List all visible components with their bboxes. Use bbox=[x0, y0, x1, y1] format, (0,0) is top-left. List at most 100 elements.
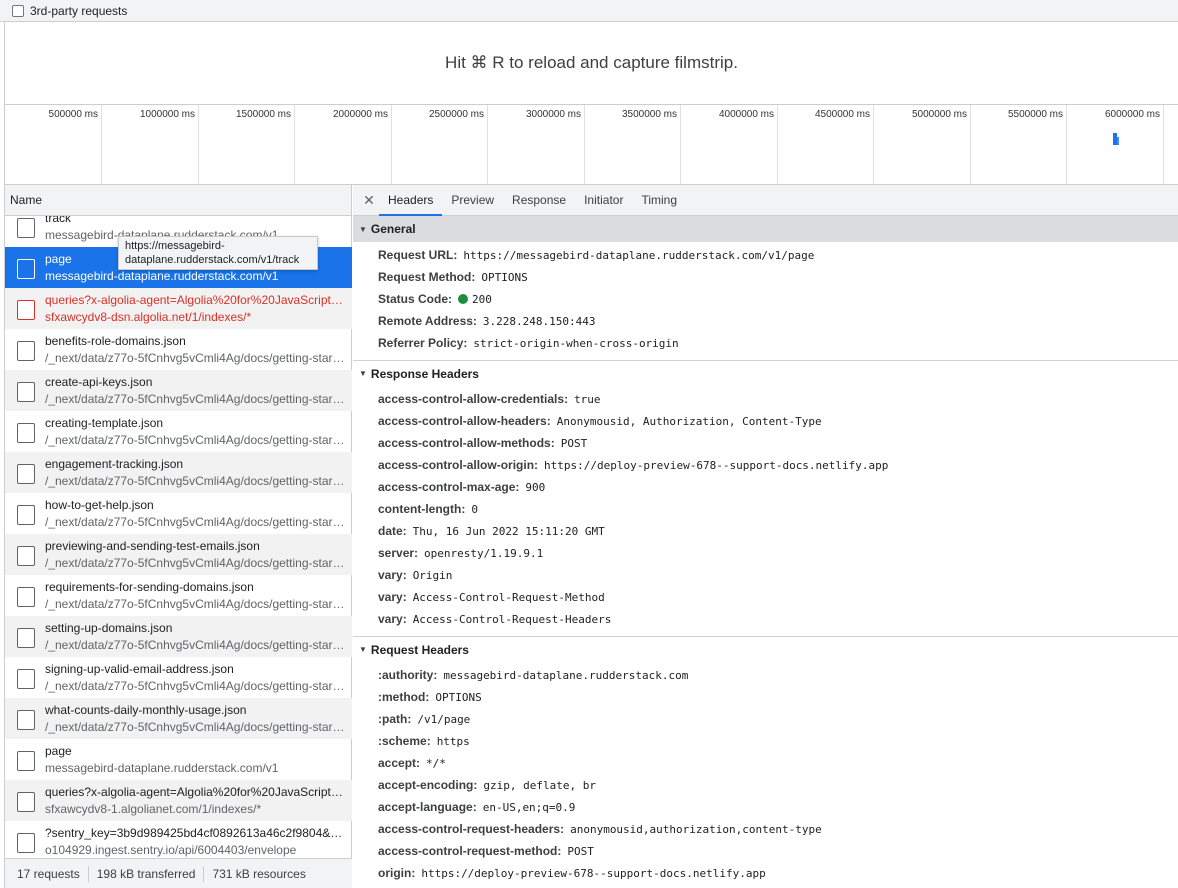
header-row: access-control-allow-methods: POST bbox=[353, 432, 1178, 454]
header-value: anonymousid,authorization,content-type bbox=[570, 822, 822, 836]
header-key: Remote Address: bbox=[378, 314, 477, 328]
request-name: engagement-tracking.json bbox=[45, 457, 184, 471]
tick-label: 2000000 ms bbox=[332, 109, 388, 120]
header-row: :path: /v1/page bbox=[353, 708, 1178, 730]
file-icon bbox=[17, 382, 35, 402]
request-row[interactable]: what-counts-daily-monthly-usage.json /_ne… bbox=[5, 698, 352, 739]
header-row: Request URL: https://messagebird-dataplan… bbox=[353, 244, 1178, 266]
resources-size: 731 kB resources bbox=[212, 866, 306, 881]
request-path: o104929.ingest.sentry.io/api/6004403/env… bbox=[45, 843, 297, 857]
request-row[interactable]: page messagebird-dataplane.rudderstack.co… bbox=[5, 739, 352, 780]
file-icon bbox=[17, 423, 35, 443]
tick-label: 1000000 ms bbox=[139, 109, 195, 120]
request-row[interactable]: previewing-and-sending-test-emails.json /… bbox=[5, 534, 352, 575]
header-row: vary: Access-Control-Request-Method bbox=[353, 586, 1178, 608]
request-headers-section-header[interactable]: ▼ Request Headers bbox=[353, 636, 1178, 662]
request-row[interactable]: benefits-role-domains.json /_next/data/z7… bbox=[5, 329, 352, 370]
request-path: /_next/data/z77o-5fCnhvg5vCmli4Ag/docs/g… bbox=[45, 433, 346, 447]
request-path: /_next/data/z77o-5fCnhvg5vCmli4Ag/docs/g… bbox=[45, 556, 346, 570]
request-row[interactable]: create-api-keys.json /_next/data/z77o-5fC… bbox=[5, 370, 352, 411]
file-icon bbox=[17, 546, 35, 566]
request-path: messagebird-dataplane.rudderstack.com/v1 bbox=[45, 761, 279, 775]
tick-label: 4000000 ms bbox=[718, 109, 774, 120]
header-value: https://messagebird-dataplane.rudderstac… bbox=[463, 248, 815, 262]
timeline-overview[interactable]: 500000 ms 1000000 ms 1500000 ms 2000000 … bbox=[4, 104, 1178, 185]
overview-tick: 1000000 ms bbox=[102, 105, 199, 184]
header-key: accept-encoding: bbox=[378, 778, 478, 792]
header-key: access-control-allow-origin: bbox=[378, 458, 539, 472]
request-row[interactable]: creating-template.json /_next/data/z77o-5… bbox=[5, 411, 352, 452]
name-column-header[interactable]: Name bbox=[5, 185, 351, 216]
header-row: origin: https://deploy-preview-678--suppo… bbox=[353, 862, 1178, 884]
tick-label: 3500000 ms bbox=[621, 109, 677, 120]
filmstrip-area: Hit ⌘ R to reload and capture filmstrip. bbox=[4, 22, 1178, 104]
request-list[interactable]: track messagebird-dataplane.rudderstack.c… bbox=[5, 216, 352, 858]
header-row: Status Code: 200 bbox=[353, 288, 1178, 310]
tab-initiator[interactable]: Initiator bbox=[575, 185, 632, 215]
header-row: server: openresty/1.19.9.1 bbox=[353, 542, 1178, 564]
header-value: OPTIONS bbox=[481, 270, 528, 284]
file-icon bbox=[17, 300, 35, 320]
request-row-error[interactable]: queries?x-algolia-agent=Algolia%20for%20… bbox=[5, 288, 352, 329]
header-key: Request URL: bbox=[378, 248, 458, 262]
header-key: accept-language: bbox=[378, 800, 477, 814]
request-row[interactable]: queries?x-algolia-agent=Algolia%20for%20… bbox=[5, 780, 352, 821]
header-key: Referrer Policy: bbox=[378, 336, 468, 350]
response-headers-section: access-control-allow-credentials: true ac… bbox=[353, 386, 1178, 636]
overview-tick: 5000000 ms bbox=[874, 105, 971, 184]
divider bbox=[87, 865, 89, 882]
header-value: strict-origin-when-cross-origin bbox=[473, 336, 679, 350]
request-name: page bbox=[45, 744, 72, 758]
request-name: setting-up-domains.json bbox=[45, 621, 173, 635]
request-row[interactable]: signing-up-valid-email-address.json /_nex… bbox=[5, 657, 352, 698]
file-icon bbox=[17, 710, 35, 730]
tab-headers[interactable]: Headers bbox=[379, 185, 443, 216]
request-row[interactable]: setting-up-domains.json /_next/data/z77o-… bbox=[5, 616, 352, 657]
header-row: access-control-max-age: 900 bbox=[353, 476, 1178, 498]
close-icon[interactable]: ✕ bbox=[359, 185, 379, 215]
overview-tick: 4000000 ms bbox=[681, 105, 778, 184]
response-headers-section-header[interactable]: ▼ Response Headers bbox=[353, 360, 1178, 386]
file-icon bbox=[17, 464, 35, 484]
request-count: 17 requests bbox=[17, 866, 80, 881]
transferred-size: 198 kB transferred bbox=[96, 866, 196, 881]
header-key: vary: bbox=[378, 568, 407, 582]
file-icon bbox=[17, 792, 35, 812]
header-row: :authority: messagebird-dataplane.rudders… bbox=[353, 664, 1178, 686]
general-section: Request URL: https://messagebird-dataplan… bbox=[353, 242, 1178, 360]
header-value: Anonymousid, Authorization, Content-Type bbox=[556, 414, 822, 428]
request-name: ?sentry_key=3b9d989425bd4cf0892613a46c2f… bbox=[45, 826, 346, 840]
header-key: access-control-allow-headers: bbox=[378, 414, 551, 428]
tick-label: 5500000 ms bbox=[1007, 109, 1063, 120]
status-ok-icon bbox=[458, 294, 469, 304]
third-party-checkbox[interactable] bbox=[12, 4, 24, 17]
overview-tick: 2000000 ms bbox=[295, 105, 392, 184]
tab-timing[interactable]: Timing bbox=[632, 185, 686, 215]
request-row[interactable]: engagement-tracking.json /_next/data/z77o… bbox=[5, 452, 352, 493]
header-value: gzip, deflate, br bbox=[483, 778, 596, 792]
header-value: Origin bbox=[412, 568, 453, 582]
header-key: :method: bbox=[378, 690, 430, 704]
header-key: date: bbox=[378, 524, 407, 538]
header-row: Remote Address: 3.228.248.150:443 bbox=[353, 310, 1178, 332]
tab-preview[interactable]: Preview bbox=[442, 185, 503, 215]
overview-tick: 2500000 ms bbox=[392, 105, 488, 184]
section-title: Request Headers bbox=[370, 642, 469, 657]
request-name: creating-template.json bbox=[45, 416, 164, 430]
general-section-header[interactable]: ▼ General bbox=[353, 216, 1178, 242]
tick-label: 5000000 ms bbox=[911, 109, 967, 120]
header-value: en-US,en;q=0.9 bbox=[482, 800, 576, 814]
tab-response[interactable]: Response bbox=[503, 185, 575, 215]
header-key: access-control-request-headers: bbox=[378, 822, 565, 836]
header-value: messagebird-dataplane.rudderstack.com bbox=[443, 668, 689, 682]
header-row: :method: OPTIONS bbox=[353, 686, 1178, 708]
header-key: :authority: bbox=[378, 668, 438, 682]
request-row[interactable]: requirements-for-sending-domains.json /_n… bbox=[5, 575, 352, 616]
header-value: /v1/page bbox=[417, 712, 471, 726]
request-row[interactable]: ?sentry_key=3b9d989425bd4cf0892613a46c2f… bbox=[5, 821, 352, 858]
url-tooltip: https://messagebird-dataplane.rudderstac… bbox=[118, 236, 318, 270]
header-row: access-control-allow-headers: Anonymousid… bbox=[353, 410, 1178, 432]
request-name: benefits-role-domains.json bbox=[45, 334, 186, 348]
request-row[interactable]: how-to-get-help.json /_next/data/z77o-5fC… bbox=[5, 493, 352, 534]
tick-label: 1500000 ms bbox=[235, 109, 291, 120]
